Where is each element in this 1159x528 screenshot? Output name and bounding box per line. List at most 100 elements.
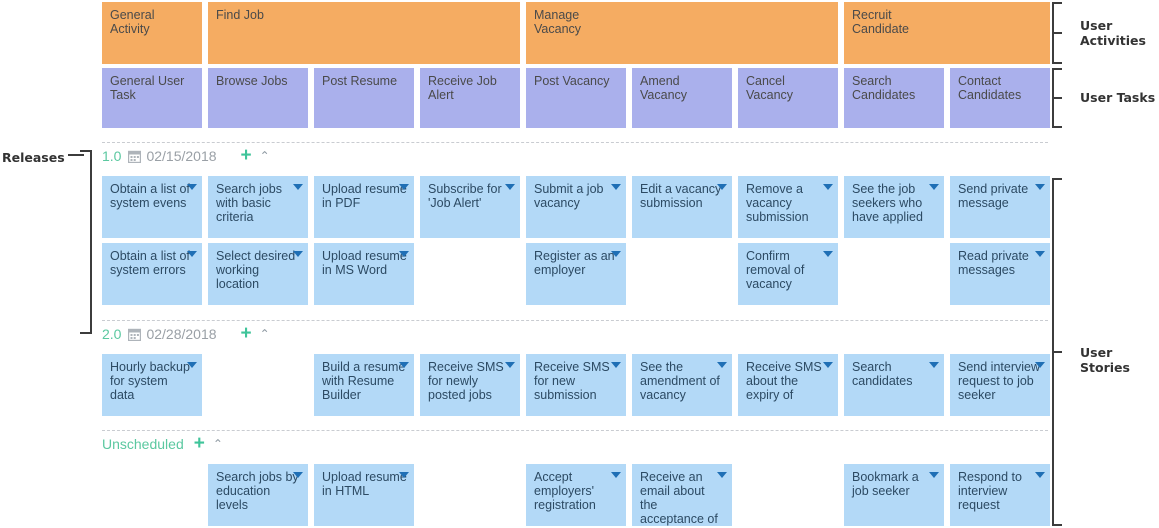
story-card-label: Respond to interview request: [958, 470, 1022, 512]
task-card[interactable]: Receive Job Alert: [420, 68, 520, 128]
caret-down-icon[interactable]: [611, 362, 621, 368]
add-story-button[interactable]: +: [194, 434, 205, 453]
unscheduled-header: Unscheduled + ⌃: [102, 433, 223, 455]
task-card[interactable]: General User Task: [102, 68, 202, 128]
story-card[interactable]: Send private message: [950, 176, 1050, 238]
user-stories-bracket: [1052, 178, 1066, 526]
story-card[interactable]: Edit a vacancy submission: [632, 176, 732, 238]
release-separator: [102, 320, 1048, 321]
task-card[interactable]: Amend Vacancy: [632, 68, 732, 128]
caret-down-icon[interactable]: [717, 472, 727, 478]
task-card[interactable]: Post Vacancy: [526, 68, 626, 128]
caret-down-icon[interactable]: [823, 362, 833, 368]
story-card[interactable]: Receive SMS about the expiry of: [738, 354, 838, 416]
caret-down-icon[interactable]: [399, 472, 409, 478]
story-card-label: See the job seekers who have applied: [852, 182, 923, 224]
story-card[interactable]: Subscribe for 'Job Alert': [420, 176, 520, 238]
story-card[interactable]: Search candidates: [844, 354, 944, 416]
release-version: 1.0: [102, 148, 122, 164]
story-card-label: Register as an employer: [534, 249, 615, 277]
story-card[interactable]: Bookmark a job seeker: [844, 464, 944, 526]
story-card[interactable]: See the amendment of vacancy: [632, 354, 732, 416]
story-card-label: Obtain a list of system evens: [110, 182, 190, 210]
collapse-chevron-icon[interactable]: ⌃: [260, 149, 270, 163]
caret-down-icon[interactable]: [187, 251, 197, 257]
story-card[interactable]: Upload resume in PDF: [314, 176, 414, 238]
story-card[interactable]: Build a resume with Resume Builder: [314, 354, 414, 416]
task-card[interactable]: Search Candidates: [844, 68, 944, 128]
activity-card[interactable]: Find Job: [208, 2, 520, 64]
add-story-button[interactable]: +: [241, 146, 252, 165]
caret-down-icon[interactable]: [717, 184, 727, 190]
story-card[interactable]: Register as an employer: [526, 243, 626, 305]
story-card[interactable]: Send interview request to job seeker: [950, 354, 1050, 416]
collapse-chevron-icon[interactable]: ⌃: [260, 327, 270, 341]
story-card-label: Select desired working location: [216, 249, 296, 291]
story-card[interactable]: Select desired working location: [208, 243, 308, 305]
story-card[interactable]: Submit a job vacancy: [526, 176, 626, 238]
story-card[interactable]: Receive an email about the acceptance of: [632, 464, 732, 526]
task-card-label: Search Candidates: [852, 74, 916, 102]
story-card[interactable]: Receive SMS for newly posted jobs: [420, 354, 520, 416]
activity-card-label: General Activity: [110, 8, 155, 36]
activity-card-label: Find Job: [216, 8, 264, 22]
caret-down-icon[interactable]: [293, 184, 303, 190]
task-card[interactable]: Contact Candidates: [950, 68, 1050, 128]
caret-down-icon[interactable]: [929, 362, 939, 368]
story-card[interactable]: Confirm removal of vacancy: [738, 243, 838, 305]
caret-down-icon[interactable]: [399, 362, 409, 368]
story-card[interactable]: Receive SMS for new submission: [526, 354, 626, 416]
caret-down-icon[interactable]: [611, 184, 621, 190]
activity-card[interactable]: General Activity: [102, 2, 202, 64]
story-card-label: Read private messages: [958, 249, 1029, 277]
collapse-chevron-icon[interactable]: ⌃: [213, 437, 223, 451]
story-card[interactable]: Upload resume in MS Word: [314, 243, 414, 305]
story-card[interactable]: Search jobs by education levels: [208, 464, 308, 526]
story-card[interactable]: Obtain a list of system evens: [102, 176, 202, 238]
calendar-icon: [128, 328, 142, 341]
task-card[interactable]: Cancel Vacancy: [738, 68, 838, 128]
story-card-label: Search jobs with basic criteria: [216, 182, 283, 224]
caret-down-icon[interactable]: [1035, 251, 1045, 257]
task-card[interactable]: Post Resume: [314, 68, 414, 128]
caret-down-icon[interactable]: [1035, 472, 1045, 478]
caret-down-icon[interactable]: [293, 251, 303, 257]
story-card[interactable]: Accept employers' registration: [526, 464, 626, 526]
story-card-label: Upload resume in HTML: [322, 470, 407, 498]
story-card[interactable]: Upload resume in HTML: [314, 464, 414, 526]
caret-down-icon[interactable]: [399, 251, 409, 257]
caret-down-icon[interactable]: [823, 251, 833, 257]
caret-down-icon[interactable]: [293, 472, 303, 478]
release-date: 02/15/2018: [146, 148, 217, 164]
caret-down-icon[interactable]: [187, 362, 197, 368]
caret-down-icon[interactable]: [505, 362, 515, 368]
add-story-button[interactable]: +: [241, 324, 252, 343]
caret-down-icon[interactable]: [611, 472, 621, 478]
activity-card[interactable]: Recruit Candidate: [844, 2, 1050, 64]
user-tasks-bracket: [1052, 68, 1066, 128]
activity-card[interactable]: Manage Vacancy: [526, 2, 838, 64]
caret-down-icon[interactable]: [717, 362, 727, 368]
story-card[interactable]: Search jobs with basic criteria: [208, 176, 308, 238]
caret-down-icon[interactable]: [611, 251, 621, 257]
caret-down-icon[interactable]: [505, 184, 515, 190]
user-activities-bracket: [1052, 2, 1066, 64]
caret-down-icon[interactable]: [187, 184, 197, 190]
story-card-label: Confirm removal of vacancy: [746, 249, 805, 291]
story-card[interactable]: Respond to interview request: [950, 464, 1050, 526]
caret-down-icon[interactable]: [399, 184, 409, 190]
caret-down-icon[interactable]: [1035, 184, 1045, 190]
story-card[interactable]: Read private messages: [950, 243, 1050, 305]
story-map-board: General Activity Find Job Manage Vacancy Re…: [0, 0, 1159, 528]
story-card[interactable]: See the job seekers who have applied: [844, 176, 944, 238]
story-card-label: Build a resume with Resume Builder: [322, 360, 406, 402]
caret-down-icon[interactable]: [929, 472, 939, 478]
task-card-label: Cancel Vacancy: [746, 74, 794, 102]
caret-down-icon[interactable]: [1035, 362, 1045, 368]
story-card[interactable]: Hourly backup for system data: [102, 354, 202, 416]
task-card[interactable]: Browse Jobs: [208, 68, 308, 128]
story-card[interactable]: Remove a vacancy submission: [738, 176, 838, 238]
story-card[interactable]: Obtain a list of system errors: [102, 243, 202, 305]
caret-down-icon[interactable]: [823, 184, 833, 190]
caret-down-icon[interactable]: [929, 184, 939, 190]
